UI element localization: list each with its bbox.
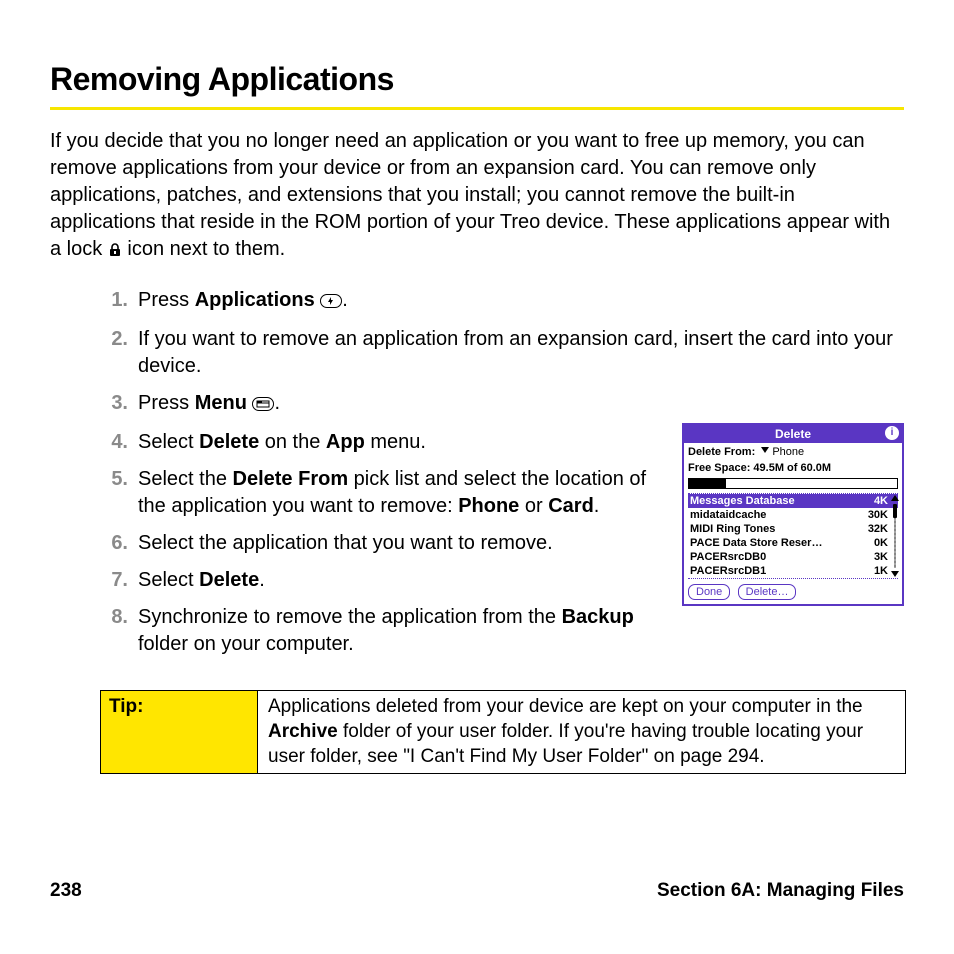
list-item[interactable]: PACERsrcDB1 1K [688, 564, 898, 578]
scroll-down-icon[interactable] [891, 571, 899, 577]
from-label: Delete From: [688, 446, 755, 458]
step-number: 3. [100, 390, 128, 419]
step-text: Select the [138, 468, 233, 490]
step-4: 4. Select Delete on the App menu. [100, 429, 666, 456]
done-button[interactable]: Done [688, 584, 730, 600]
step-text: If you want to remove an application fro… [138, 326, 904, 380]
item-name: Messages Database [690, 494, 795, 508]
step-bold: Menu [195, 392, 247, 414]
tip-label: Tip: [101, 691, 258, 773]
intro-paragraph: If you decide that you no longer need an… [50, 128, 904, 265]
step-2: 2. If you want to remove an application … [100, 326, 904, 380]
step-bold: Phone [458, 495, 519, 517]
step-text: . [594, 495, 600, 517]
intro-text-b: icon next to them. [127, 238, 285, 260]
step-bold: Delete [199, 569, 259, 591]
item-name: PACERsrcDB0 [690, 550, 766, 564]
page-title: Removing Applications [50, 58, 904, 101]
tip-bold: Archive [268, 721, 338, 742]
dialog-title: Delete i [684, 425, 902, 443]
step-text: or [519, 495, 548, 517]
dialog-title-text: Delete [775, 427, 811, 441]
from-picker[interactable]: Phone [758, 446, 804, 458]
step-number: 1. [100, 287, 128, 316]
step-bold: App [326, 431, 365, 453]
list-item[interactable]: PACE Data Store Reser… 0K [688, 536, 898, 550]
step-1: 1. Press Applications . [100, 287, 904, 316]
item-size: 32K [868, 522, 888, 536]
storage-fill [689, 479, 726, 488]
tip-text: folder of your user folder. If you're ha… [268, 721, 863, 767]
applications-key-icon [320, 289, 342, 316]
step-3: 3. Press Menu . [100, 390, 904, 419]
menu-key-icon [252, 392, 274, 419]
free-space: Free Space: 49.5M of 60.0M [688, 461, 898, 476]
list-item[interactable]: MIDI Ring Tones 32K [688, 522, 898, 536]
list-item[interactable]: midataidcache 30K [688, 508, 898, 522]
item-size: 30K [868, 508, 888, 522]
step-5: 5. Select the Delete From pick list and … [100, 466, 666, 520]
step-text: Press [138, 392, 195, 414]
title-rule [50, 107, 904, 110]
scrollbar[interactable] [891, 494, 899, 578]
item-size: 3K [874, 550, 888, 564]
step-number: 4. [100, 429, 128, 456]
step-text: . [259, 569, 265, 591]
list-item[interactable]: Messages Database 4K [688, 494, 898, 508]
step-text: Select [138, 431, 199, 453]
step-bold: Backup [562, 606, 634, 628]
step-number: 6. [100, 530, 128, 557]
scroll-thumb[interactable] [893, 504, 897, 518]
tip-box: Tip: Applications deleted from your devi… [100, 690, 906, 774]
delete-button[interactable]: Delete… [738, 584, 797, 600]
step-text: folder on your computer. [138, 633, 354, 655]
step-6: 6. Select the application that you want … [100, 530, 666, 557]
step-text: on the [259, 431, 326, 453]
step-7: 7. Select Delete. [100, 567, 666, 594]
item-name: PACE Data Store Reser… [690, 536, 822, 550]
delete-dialog: Delete i Delete From: Phone Free Space: … [682, 423, 904, 606]
item-name: PACERsrcDB1 [690, 564, 766, 578]
info-icon[interactable]: i [885, 426, 899, 440]
step-text: Synchronize to remove the application fr… [138, 606, 562, 628]
step-bold: Delete From [233, 468, 349, 490]
tip-text: Applications deleted from your device ar… [268, 696, 863, 717]
step-number: 8. [100, 604, 128, 658]
scroll-up-icon[interactable] [891, 495, 899, 501]
step-number: 5. [100, 466, 128, 520]
footer: 238 Section 6A: Managing Files [50, 878, 904, 904]
tip-body: Applications deleted from your device ar… [258, 691, 905, 773]
step-punct: . [342, 289, 348, 311]
storage-bar [688, 478, 898, 489]
step-punct: . [274, 392, 280, 414]
item-size: 4K [874, 494, 888, 508]
step-text: Press [138, 289, 195, 311]
lock-icon [108, 238, 122, 265]
step-bold: Applications [195, 289, 315, 311]
step-bold: Delete [199, 431, 259, 453]
step-text: menu. [365, 431, 426, 453]
item-name: midataidcache [690, 508, 766, 522]
step-text: Select [138, 569, 199, 591]
section-label: Section 6A: Managing Files [657, 878, 904, 904]
step-number: 2. [100, 326, 128, 380]
item-size: 1K [874, 564, 888, 578]
step-bold: Card [548, 495, 594, 517]
item-name: MIDI Ring Tones [690, 522, 775, 536]
list-item[interactable]: PACERsrcDB0 3K [688, 550, 898, 564]
item-size: 0K [874, 536, 888, 550]
step-text: Select the application that you want to … [138, 530, 666, 557]
page-number: 238 [50, 878, 82, 904]
step-8: 8. Synchronize to remove the application… [100, 604, 666, 658]
app-list[interactable]: Messages Database 4K midataidcache 30K M… [688, 493, 898, 579]
step-number: 7. [100, 567, 128, 594]
